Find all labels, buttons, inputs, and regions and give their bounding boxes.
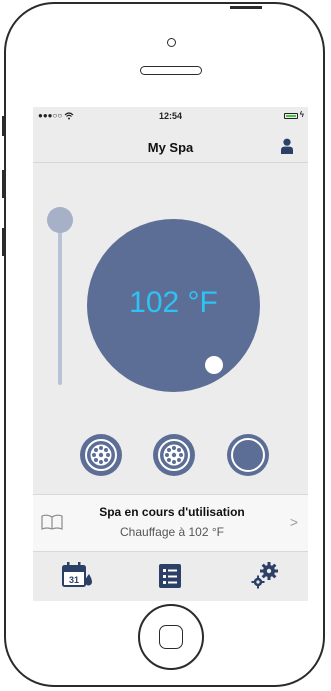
dial-knob[interactable] bbox=[205, 356, 223, 374]
status-bar: ●●●○○ 12:54 ϟ bbox=[33, 107, 308, 127]
light-button[interactable] bbox=[227, 434, 269, 476]
temperature-dial[interactable]: 102 °F bbox=[87, 219, 260, 392]
temperature-slider-track[interactable] bbox=[58, 223, 62, 385]
home-button-square bbox=[159, 625, 183, 649]
status-title: Spa en cours d'utilisation bbox=[99, 505, 245, 519]
spa-status-panel[interactable]: Spa en cours d'utilisation Chauffage à 1… bbox=[33, 494, 308, 552]
side-button-volume-down bbox=[2, 228, 5, 256]
page-title: My Spa bbox=[147, 140, 194, 155]
side-button-volume-up bbox=[2, 170, 5, 198]
calendar-icon[interactable]: 31 bbox=[61, 560, 95, 592]
home-button[interactable] bbox=[138, 604, 204, 670]
nav-bar: My Spa bbox=[33, 127, 308, 163]
jets-icon bbox=[85, 439, 117, 471]
status-time: 12:54 bbox=[158, 111, 183, 121]
charging-icon: ϟ bbox=[299, 110, 304, 119]
settings-gears-icon[interactable] bbox=[247, 560, 281, 592]
screen: ●●●○○ 12:54 ϟ My Spa 102 °F Spa en cours… bbox=[33, 107, 308, 601]
temperature-slider-thumb[interactable] bbox=[47, 207, 73, 233]
book-icon bbox=[41, 514, 63, 530]
bottom-toolbar: 31 bbox=[33, 552, 308, 601]
side-button-power bbox=[230, 6, 262, 9]
jets-button-1[interactable] bbox=[80, 434, 122, 476]
light-icon bbox=[231, 438, 265, 472]
jets-icon bbox=[158, 439, 190, 471]
temperature-readout: 102 °F bbox=[129, 286, 218, 319]
status-subtitle: Chauffage à 102 °F bbox=[120, 525, 224, 539]
chevron-right-icon: > bbox=[289, 514, 298, 530]
calendar-day: 31 bbox=[69, 575, 79, 585]
battery-icon bbox=[284, 113, 298, 119]
person-icon[interactable] bbox=[280, 138, 294, 154]
list-icon[interactable] bbox=[154, 560, 188, 592]
front-camera bbox=[167, 38, 176, 47]
earpiece-speaker bbox=[140, 66, 202, 75]
jets-button-2[interactable] bbox=[153, 434, 195, 476]
side-button-mute bbox=[2, 116, 5, 136]
